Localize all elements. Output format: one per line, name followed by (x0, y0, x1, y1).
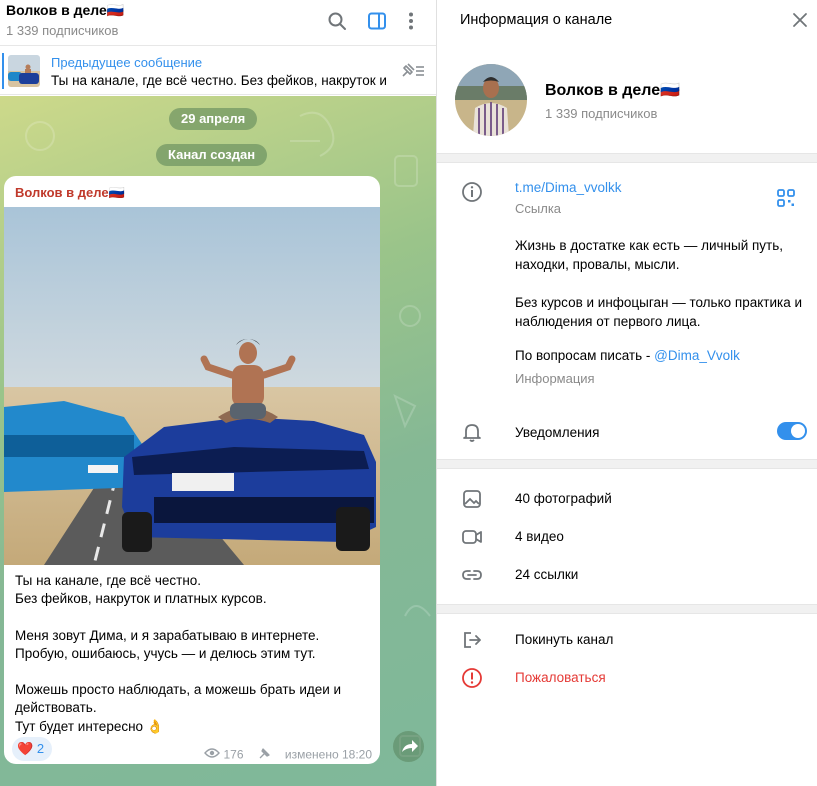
reaction-heart-button[interactable]: ❤️ 2 (12, 737, 53, 761)
toggle-knob (791, 424, 805, 438)
notifications-toggle[interactable] (777, 422, 807, 440)
post-photo[interactable] (4, 207, 380, 565)
pinned-accent-bar (2, 53, 4, 89)
link-icon (461, 564, 483, 586)
edited-time: изменено 18:20 (284, 747, 372, 762)
telegram-window: Волков в деле🇷🇺 1 339 подписчиков Предыд… (0, 0, 817, 786)
channel-name: Волков в деле🇷🇺 (545, 82, 681, 99)
chat-header[interactable]: Волков в деле🇷🇺 1 339 подписчиков (0, 0, 436, 46)
contact-prefix: По вопросам писать - (515, 348, 655, 363)
eye-icon (204, 748, 223, 762)
channel-link[interactable]: t.me/Dima_vvolkk (515, 180, 622, 195)
more-options-icon[interactable] (400, 10, 422, 32)
pinned-title: Предыдущее сообщение (51, 55, 203, 70)
report-icon (461, 667, 483, 689)
channel-avatar[interactable] (455, 64, 527, 136)
link-label: Ссылка (515, 201, 562, 216)
sidebar-toggle-icon[interactable] (366, 10, 388, 32)
notifications-label: Уведомления (515, 425, 600, 440)
channel-description: Жизнь в достатке как есть — личный путь,… (515, 238, 803, 329)
bell-icon (461, 421, 483, 443)
pinned-message-bar[interactable]: Предыдущее сообщение Ты на канале, где в… (0, 47, 436, 95)
media-photos[interactable]: 40 фотографий (515, 491, 612, 506)
media-videos[interactable]: 4 видео (515, 529, 564, 544)
report-button[interactable]: Пожаловаться (515, 670, 606, 685)
section-separator (437, 459, 817, 469)
contact-line: По вопросам писать - @Dima_Vvolk (515, 348, 740, 363)
view-count: 176 (223, 747, 244, 762)
media-links[interactable]: 24 ссылки (515, 567, 578, 582)
pin-icon (258, 748, 275, 763)
channel-created-pill: Канал создан (156, 144, 268, 166)
chat-title[interactable]: Волков в деле🇷🇺 (6, 2, 124, 19)
post-author[interactable]: Волков в деле🇷🇺 (15, 185, 125, 201)
info-title: Информация о канале (460, 12, 613, 28)
video-icon (461, 526, 483, 548)
photo-icon (461, 488, 483, 510)
pinned-text: Ты на канале, где всё честно. Без фейков… (51, 73, 391, 88)
qr-code-icon[interactable] (776, 188, 798, 210)
chat-subscriber-count: 1 339 подписчиков (6, 23, 119, 38)
close-icon[interactable] (791, 11, 809, 29)
share-button[interactable] (393, 731, 424, 762)
heart-icon: ❤️ (17, 741, 34, 756)
reaction-count: 2 (36, 741, 45, 756)
pinned-thumbnail (8, 55, 40, 87)
about-label: Информация (515, 371, 595, 386)
channel-info-pane: Информация о канале Волков в деле🇷🇺 1 33… (437, 0, 817, 786)
post-meta: 176 изменено 18:20 (204, 746, 372, 763)
date-pill: 29 апреля (169, 108, 258, 130)
leave-channel-button[interactable]: Покинуть канал (515, 632, 613, 647)
channel-post[interactable]: Волков в деле🇷🇺 Ты на канале, где всё че… (4, 176, 380, 764)
chat-pane: Волков в деле🇷🇺 1 339 подписчиков Предыд… (0, 0, 436, 786)
search-icon[interactable] (326, 10, 348, 32)
leave-icon (461, 629, 483, 651)
channel-subscriber-count: 1 339 подписчиков (545, 106, 658, 121)
post-text: Ты на канале, где всё честно. Без фейков… (15, 573, 342, 734)
contact-username-link[interactable]: @Dima_Vvolk (654, 348, 740, 363)
section-separator (437, 604, 817, 614)
pinned-list-icon[interactable] (398, 61, 426, 81)
info-icon (461, 181, 483, 203)
section-separator (437, 153, 817, 163)
